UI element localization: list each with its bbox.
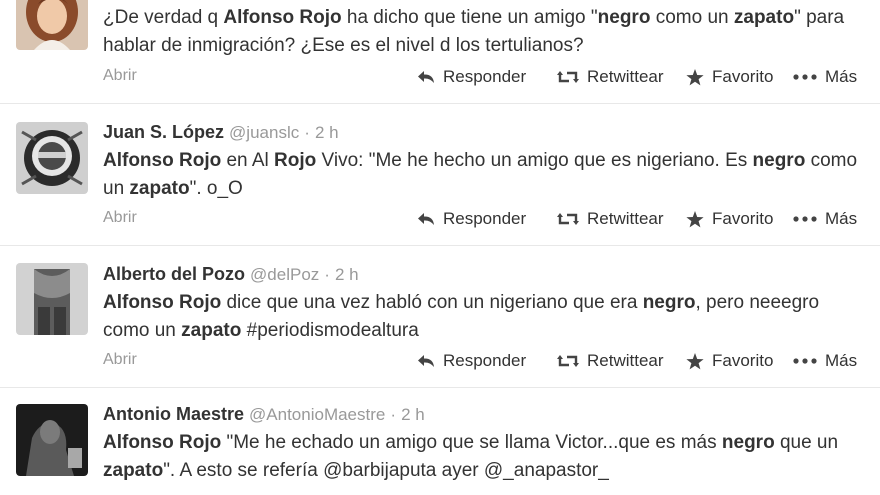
- text-segment: en Al: [221, 150, 275, 171]
- author-handle[interactable]: @AntonioMaestre: [249, 405, 385, 424]
- highlighted-keyword: negro: [642, 292, 696, 313]
- highlighted-keyword: zapato: [103, 460, 164, 481]
- retweet-icon: [557, 71, 579, 83]
- avatar[interactable]: [16, 0, 88, 50]
- ellipsis-icon: [793, 358, 817, 364]
- favorite-button[interactable]: Favorito: [686, 351, 773, 371]
- reply-button[interactable]: Responder: [417, 209, 526, 229]
- tweet-actions: Abrir Responder Retwittear Favorito Más: [103, 351, 860, 375]
- more-label: Más: [825, 209, 858, 228]
- more-label: Más: [825, 67, 858, 86]
- avatar[interactable]: [16, 404, 88, 476]
- tweet-text: Alfonso Rojo en Al Rojo Vivo: "Me he hec…: [103, 147, 868, 203]
- tweet-actions: Abrir Responder Retwittear Favorito Más: [103, 67, 860, 91]
- text-segment: "Me he echado un amigo que se llama Vict…: [221, 432, 722, 453]
- reply-label: Responder: [443, 209, 527, 228]
- highlighted-keyword: negro: [752, 150, 806, 171]
- retweet-icon: [557, 213, 579, 225]
- tweet-item: Alberto del Pozo @delPoz · 2 h Alfonso R…: [0, 246, 880, 388]
- highlighted-keyword: negro: [597, 7, 651, 28]
- retweet-label: Retwittear: [587, 351, 664, 370]
- open-link[interactable]: Abrir: [103, 67, 137, 85]
- ellipsis-icon: [793, 74, 817, 80]
- highlighted-keyword: negro: [721, 432, 775, 453]
- separator-dot: ·: [390, 405, 397, 424]
- highlighted-keyword: zapato: [129, 178, 190, 199]
- star-icon: [686, 352, 704, 369]
- author-name[interactable]: Antonio Maestre: [103, 404, 244, 424]
- highlighted-keyword: Alfonso Rojo: [103, 150, 222, 171]
- author-name[interactable]: Alberto del Pozo: [103, 264, 245, 284]
- highlighted-keyword: zapato: [733, 7, 795, 28]
- tweet-time[interactable]: 2 h: [315, 123, 339, 142]
- tweet-text: Alfonso Rojo dice que una vez habló con …: [103, 289, 868, 345]
- tweet-header: Juan S. López @juanslc · 2 h: [103, 121, 868, 147]
- text-segment: dice que una vez habló con un nigeriano …: [221, 292, 643, 313]
- retweet-button[interactable]: Retwittear: [557, 351, 664, 371]
- highlighted-keyword: Alfonso Rojo: [223, 7, 342, 28]
- reply-button[interactable]: Responder: [417, 351, 526, 371]
- favorite-button[interactable]: Favorito: [686, 209, 773, 229]
- favorite-label: Favorito: [712, 351, 774, 370]
- avatar[interactable]: [16, 122, 88, 194]
- reply-arrow-icon: [418, 71, 434, 83]
- text-segment: ¿De verdad q: [103, 7, 224, 28]
- reply-label: Responder: [443, 67, 527, 86]
- reply-button[interactable]: Responder: [417, 67, 526, 87]
- favorite-label: Favorito: [712, 67, 774, 86]
- retweet-icon: [557, 355, 579, 367]
- star-icon: [686, 210, 704, 227]
- favorite-label: Favorito: [712, 209, 774, 228]
- text-segment: ". A esto se refería @barbijaputa ayer @…: [163, 460, 609, 481]
- more-button[interactable]: Más: [793, 67, 857, 87]
- highlighted-keyword: Rojo: [274, 150, 317, 171]
- highlighted-keyword: zapato: [181, 320, 242, 341]
- author-handle[interactable]: @delPoz: [250, 265, 319, 284]
- reply-arrow-icon: [418, 355, 434, 367]
- retweet-label: Retwittear: [587, 67, 664, 86]
- open-link[interactable]: Abrir: [103, 209, 137, 227]
- tweet-time[interactable]: 2 h: [335, 265, 359, 284]
- tweet-item: Antonio Maestre @AntonioMaestre · 2 h Al…: [0, 388, 880, 495]
- text-segment: #periodismodealtura: [241, 320, 419, 341]
- reply-label: Responder: [443, 351, 527, 370]
- star-icon: [686, 68, 704, 85]
- text-segment: que un: [774, 432, 839, 453]
- tweet-text: Alfonso Rojo "Me he echado un amigo que …: [103, 429, 868, 485]
- text-segment: como un: [650, 7, 734, 28]
- tweet-header: Alberto del Pozo @delPoz · 2 h: [103, 263, 868, 289]
- reply-arrow-icon: [418, 213, 434, 225]
- avatar[interactable]: [16, 263, 88, 335]
- text-segment: Vivo: "Me he hecho un amigo que es niger…: [316, 150, 753, 171]
- text-segment: ". o_O: [189, 178, 243, 199]
- retweet-button[interactable]: Retwittear: [557, 67, 664, 87]
- open-link[interactable]: Abrir: [103, 351, 137, 369]
- tweet-text: ¿De verdad q Alfonso Rojo ha dicho que t…: [103, 4, 868, 60]
- tweet-actions: Abrir Responder Retwittear Favorito Más: [103, 209, 860, 233]
- tweet-header: Antonio Maestre @AntonioMaestre · 2 h: [103, 403, 868, 429]
- separator-dot: ·: [324, 265, 330, 284]
- author-name[interactable]: Juan S. López: [103, 122, 224, 142]
- highlighted-keyword: Alfonso Rojo: [103, 292, 222, 313]
- author-handle[interactable]: @juanslc: [229, 123, 299, 142]
- more-button[interactable]: Más: [793, 209, 857, 229]
- more-label: Más: [825, 351, 858, 370]
- retweet-label: Retwittear: [587, 209, 664, 228]
- retweet-button[interactable]: Retwittear: [557, 209, 664, 229]
- highlighted-keyword: Alfonso Rojo: [103, 432, 222, 453]
- ellipsis-icon: [793, 216, 817, 222]
- separator-dot: ·: [304, 123, 310, 142]
- tweet-item: ¿De verdad q Alfonso Rojo ha dicho que t…: [0, 0, 880, 104]
- tweet-item: Juan S. López @juanslc · 2 h Alfonso Roj…: [0, 104, 880, 246]
- favorite-button[interactable]: Favorito: [686, 67, 773, 87]
- tweet-time[interactable]: 2 h: [401, 405, 425, 424]
- more-button[interactable]: Más: [793, 351, 857, 371]
- text-segment: ha dicho que tiene un amigo ": [341, 7, 598, 28]
